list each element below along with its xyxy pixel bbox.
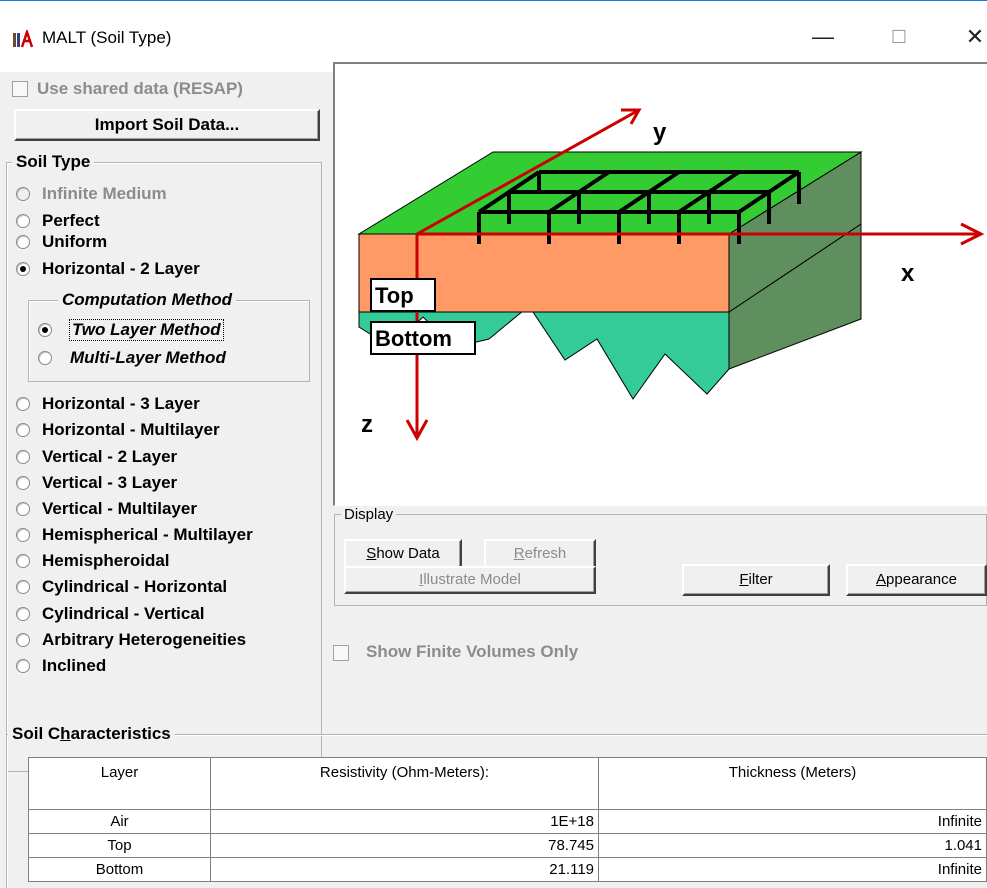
show-finite-volumes-checkbox[interactable] (333, 645, 349, 661)
soil-type-option[interactable]: Cylindrical - Horizontal (16, 575, 227, 599)
soil-type-option-label: Hemispheroidal (42, 551, 170, 570)
axis-y-label: y (653, 119, 667, 146)
top-label: Top (375, 283, 414, 308)
soil-type-option[interactable]: Infinite Medium (16, 182, 167, 206)
maximize-button[interactable]: ☐ (876, 17, 922, 57)
computation-method-option-label: Two Layer Method (69, 319, 224, 341)
header-resistivity: Resistivity (Ohm-Meters): (210, 757, 599, 810)
radio-button[interactable] (16, 633, 30, 647)
refresh-button[interactable]: Refresh (484, 539, 596, 569)
radio-button[interactable] (16, 476, 30, 490)
radio-button[interactable] (16, 397, 30, 411)
radio-button[interactable] (16, 423, 30, 437)
cell-thickness[interactable]: 1.041 (598, 833, 987, 858)
illustrate-model-button[interactable]: Illustrate Model (344, 566, 596, 594)
radio-button[interactable] (16, 528, 30, 542)
bottom-label: Bottom (375, 326, 452, 351)
soil-type-option-label: Cylindrical - Vertical (42, 604, 205, 623)
soil-type-option-label: Inclined (42, 656, 107, 675)
soil-type-option[interactable]: Inclined (16, 654, 106, 678)
import-soil-data-button[interactable]: Import Soil Data... (14, 109, 320, 141)
radio-button[interactable] (16, 554, 30, 568)
table-row[interactable]: Top 78.745 1.041 (28, 833, 987, 858)
soil-type-option[interactable]: Horizontal - Multilayer (16, 418, 220, 442)
appearance-button[interactable]: Appearance (846, 564, 987, 596)
cell-layer[interactable]: Top (28, 833, 211, 858)
soil-type-option-label: Vertical - Multilayer (42, 499, 197, 518)
computation-method-option[interactable]: Two Layer Method (38, 318, 224, 342)
cell-layer[interactable]: Bottom (28, 857, 211, 882)
table-row[interactable]: Bottom 21.119 Infinite (28, 857, 987, 882)
radio-button[interactable] (16, 235, 30, 249)
use-shared-data-label: Use shared data (RESAP) (37, 79, 243, 98)
radio-button[interactable] (16, 580, 30, 594)
soil-characteristics-table: Layer Resistivity (Ohm-Meters): Thicknes… (28, 757, 987, 882)
soil-model-illustration: x y z Top Bottom (333, 62, 987, 506)
radio-button[interactable] (16, 659, 30, 673)
use-shared-data-checkbox[interactable] (12, 81, 28, 97)
radio-button[interactable] (16, 502, 30, 516)
soil-type-option[interactable]: Arbitrary Heterogeneities (16, 628, 246, 652)
show-finite-volumes-label: Show Finite Volumes Only (366, 642, 579, 661)
soil-type-option[interactable]: Hemispheroidal (16, 549, 170, 573)
radio-button[interactable] (16, 450, 30, 464)
axis-x-label: x (901, 260, 915, 287)
cell-thickness[interactable]: Infinite (598, 857, 987, 882)
minimize-button[interactable]: — (800, 17, 846, 57)
computation-method-option[interactable]: Multi-Layer Method (38, 346, 226, 370)
cell-thickness[interactable]: Infinite (598, 809, 987, 834)
soil-type-option[interactable]: Horizontal - 3 Layer (16, 392, 200, 416)
soil-model-svg: x y z Top Bottom (357, 108, 985, 442)
radio-button[interactable] (16, 262, 30, 276)
soil-type-option-label: Horizontal - 3 Layer (42, 394, 200, 413)
soil-type-option[interactable]: Vertical - 3 Layer (16, 471, 177, 495)
filter-button[interactable]: Filter (682, 564, 830, 596)
header-layer: Layer (28, 757, 211, 810)
soil-type-option[interactable]: Uniform (16, 230, 107, 254)
soil-type-option[interactable]: Vertical - 2 Layer (16, 445, 177, 469)
soil-type-option-label: Uniform (42, 232, 108, 251)
soil-type-option[interactable]: Cylindrical - Vertical (16, 602, 205, 626)
axis-z-label: z (361, 411, 373, 438)
computation-method-option-label: Multi-Layer Method (70, 348, 226, 367)
radio-button[interactable] (38, 323, 52, 337)
soil-type-option-label: Infinite Medium (42, 184, 167, 203)
cell-resistivity[interactable]: 21.119 (210, 857, 599, 882)
soil-type-option[interactable]: Hemispherical - Multilayer (16, 523, 253, 547)
soil-type-option-label: Perfect (42, 211, 100, 230)
window-title: MALT (Soil Type) (42, 28, 172, 47)
cell-resistivity[interactable]: 1E+18 (210, 809, 599, 834)
dialog-body: Use shared data (RESAP) Import Soil Data… (0, 62, 987, 888)
show-data-button[interactable]: Show Data (344, 539, 462, 569)
soil-type-label: Soil Type (12, 152, 95, 172)
cell-resistivity[interactable]: 78.745 (210, 833, 599, 858)
close-button[interactable]: ✕ (952, 17, 987, 57)
radio-button[interactable] (16, 214, 30, 228)
radio-button[interactable] (38, 351, 52, 365)
soil-type-option[interactable]: Horizontal - 2 Layer (16, 257, 200, 281)
display-label: Display (341, 506, 397, 523)
soil-type-option-label: Arbitrary Heterogeneities (42, 630, 247, 649)
radio-button[interactable] (16, 607, 30, 621)
soil-characteristics-label: Soil Characteristics (8, 724, 175, 744)
soil-type-option[interactable]: Vertical - Multilayer (16, 497, 197, 521)
soil-type-option-label: Horizontal - Multilayer (42, 420, 220, 439)
soil-type-option-label: Hemispherical - Multilayer (42, 525, 253, 544)
app-icon (13, 30, 34, 48)
soil-type-option-label: Cylindrical - Horizontal (42, 577, 228, 596)
soil-type-option-label: Vertical - 2 Layer (42, 447, 178, 466)
table-row[interactable]: Air 1E+18 Infinite (28, 809, 987, 834)
soil-type-option-label: Horizontal - 2 Layer (42, 259, 200, 278)
soil-type-option-label: Vertical - 3 Layer (42, 473, 178, 492)
cell-layer[interactable]: Air (28, 809, 211, 834)
header-thickness: Thickness (Meters) (598, 757, 987, 810)
radio-button[interactable] (16, 187, 30, 201)
computation-method-label: Computation Method (58, 290, 236, 310)
